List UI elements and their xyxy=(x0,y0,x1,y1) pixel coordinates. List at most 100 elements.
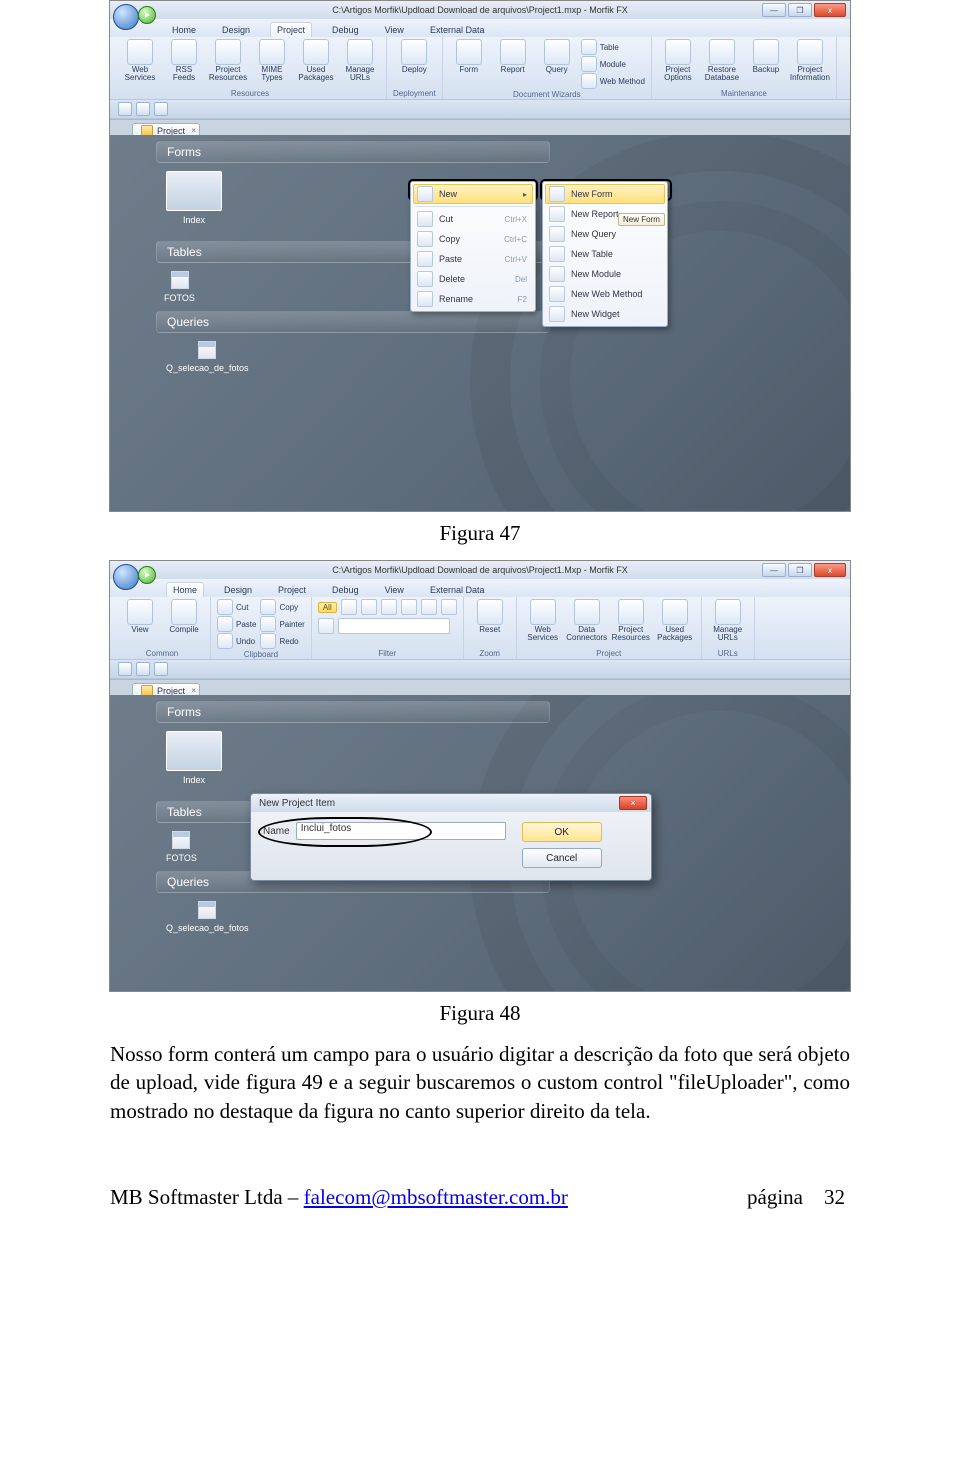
btn-project-options[interactable]: Project Options xyxy=(658,39,698,82)
form-item-index[interactable]: Index xyxy=(166,731,222,785)
btn-used-packages[interactable]: Used Packages xyxy=(655,599,695,642)
query-item[interactable]: Q_selecao_de_fotos xyxy=(166,341,249,373)
qat-new-icon[interactable] xyxy=(118,662,132,676)
btn-manage-urls[interactable]: Manage URLs xyxy=(708,599,748,642)
ctx-item-cut[interactable]: CutCtrl+X xyxy=(413,209,533,229)
window-maximize-button[interactable]: ❐ xyxy=(788,563,812,577)
ribbon-tab-external-data[interactable]: External Data xyxy=(424,583,491,597)
close-icon[interactable]: × xyxy=(191,686,196,695)
window-minimize-button[interactable]: — xyxy=(762,563,786,577)
ctx-item-new-module[interactable]: New Module xyxy=(545,264,665,284)
ctx-item-new-form[interactable]: New Form xyxy=(545,184,665,204)
btn-used-packages[interactable]: Used Packages xyxy=(296,39,336,82)
btn-rss-feeds[interactable]: RSS Feeds xyxy=(164,39,204,82)
btn-reset-zoom[interactable]: Reset xyxy=(470,599,510,634)
dialog-titlebar[interactable]: New Project Item × xyxy=(251,794,651,812)
ctx-item-rename[interactable]: RenameF2 xyxy=(413,289,533,309)
section-header[interactable]: Forms xyxy=(156,141,550,163)
ctx-item-paste[interactable]: PasteCtrl+V xyxy=(413,249,533,269)
btn-mime-types[interactable]: MIME Types xyxy=(252,39,292,82)
filter-input[interactable] xyxy=(338,618,450,634)
ctx-item-new-widget[interactable]: New Widget xyxy=(545,304,665,324)
window-close-button[interactable]: x xyxy=(814,563,846,577)
btn-query[interactable]: Query xyxy=(537,39,577,89)
section-header[interactable]: Queries xyxy=(156,311,550,333)
btn-report[interactable]: Report xyxy=(493,39,533,89)
ctx-item-new-query[interactable]: New Query xyxy=(545,224,665,244)
section-header[interactable]: Forms xyxy=(156,701,550,723)
btn-restore-database[interactable]: Restore Database xyxy=(702,39,742,82)
btn-project-resources[interactable]: Project Resources xyxy=(611,599,651,642)
ribbon-tab-debug[interactable]: Debug xyxy=(326,583,365,597)
filter-queries-icon[interactable] xyxy=(401,599,417,615)
ribbon-tab-project[interactable]: Project xyxy=(272,583,312,597)
page-footer: MB Softmaster Ltda – falecom@mbsoftmaste… xyxy=(110,1185,845,1210)
dialog-close-button[interactable]: × xyxy=(619,796,647,810)
btn-form[interactable]: Form xyxy=(449,39,489,89)
btn-web-services[interactable]: Web Services xyxy=(523,599,563,642)
window-minimize-button[interactable]: — xyxy=(762,3,786,17)
btn-web-services[interactable]: Web Services xyxy=(120,39,160,82)
btn-redo[interactable]: Redo xyxy=(260,633,304,649)
btn-manage-urls[interactable]: Manage URLs xyxy=(340,39,380,82)
table-item-fotos[interactable]: FOTOS xyxy=(166,831,197,863)
ribbon-tab-external-data[interactable]: External Data xyxy=(424,23,491,37)
ctx-item-new-web-method[interactable]: New Web Method xyxy=(545,284,665,304)
qat-save-icon[interactable] xyxy=(136,662,150,676)
query-item[interactable]: Q_selecao_de_fotos xyxy=(166,901,249,933)
qat-more-icon[interactable] xyxy=(154,662,168,676)
window-maximize-button[interactable]: ❐ xyxy=(788,3,812,17)
table-item-fotos[interactable]: FOTOS xyxy=(166,271,195,303)
window-close-button[interactable]: x xyxy=(814,3,846,17)
copy-icon xyxy=(417,231,433,247)
btn-painter[interactable]: Painter xyxy=(260,616,304,632)
context-menu[interactable]: New Form New Report New Query New Table … xyxy=(542,181,668,327)
btn-cut[interactable]: Cut xyxy=(217,599,256,615)
btn-deploy[interactable]: Deploy xyxy=(394,39,434,74)
app-orb-button[interactable] xyxy=(113,4,139,30)
ribbon-tab-design[interactable]: Design xyxy=(218,583,258,597)
filter-forms-icon[interactable] xyxy=(341,599,357,615)
cancel-button[interactable]: Cancel xyxy=(522,848,602,868)
btn-undo[interactable]: Undo xyxy=(217,633,256,649)
ok-button[interactable]: OK xyxy=(522,822,602,842)
filter-tables-icon[interactable] xyxy=(381,599,397,615)
filter-reports-icon[interactable] xyxy=(361,599,377,615)
ctx-item-new[interactable]: New▸ xyxy=(413,184,533,204)
run-button[interactable] xyxy=(138,566,156,584)
btn-compile[interactable]: Compile xyxy=(164,599,204,634)
btn-project-resources[interactable]: Project Resources xyxy=(208,39,248,82)
btn-copy[interactable]: Copy xyxy=(260,599,304,615)
context-menu[interactable]: New▸ CutCtrl+X CopyCtrl+C PasteCtrl+V De… xyxy=(410,181,536,312)
ribbon-tab-project[interactable]: Project xyxy=(270,22,312,37)
name-input[interactable]: Inclui_fotos xyxy=(296,822,506,840)
btn-backup[interactable]: Backup xyxy=(746,39,786,82)
qat-more-icon[interactable] xyxy=(154,102,168,116)
qat-new-icon[interactable] xyxy=(118,102,132,116)
app-orb-button[interactable] xyxy=(113,564,139,590)
ribbon-tab-view[interactable]: View xyxy=(379,583,410,597)
ribbon-tab-home[interactable]: Home xyxy=(166,582,204,597)
btn-data-connectors[interactable]: Data Connectors xyxy=(567,599,607,642)
ribbon-tab-design[interactable]: Design xyxy=(216,23,256,37)
filter-modules-icon[interactable] xyxy=(421,599,437,615)
ribbon-tab-home[interactable]: Home xyxy=(166,23,202,37)
run-button[interactable] xyxy=(138,6,156,24)
close-icon[interactable]: × xyxy=(191,126,196,135)
btn-paste[interactable]: Paste xyxy=(217,616,256,632)
btn-module[interactable]: Module xyxy=(581,56,645,72)
ctx-item-copy[interactable]: CopyCtrl+C xyxy=(413,229,533,249)
ribbon-tab-debug[interactable]: Debug xyxy=(326,23,365,37)
btn-project-information[interactable]: Project Information xyxy=(790,39,830,82)
ctx-item-delete[interactable]: DeleteDel xyxy=(413,269,533,289)
form-item-index[interactable]: Index xyxy=(166,171,222,225)
btn-web-method[interactable]: Web Method xyxy=(581,73,645,89)
ribbon-tab-view[interactable]: View xyxy=(379,23,410,37)
qat-save-icon[interactable] xyxy=(136,102,150,116)
filter-widgets-icon[interactable] xyxy=(441,599,457,615)
footer-email-link[interactable]: falecom@mbsoftmaster.com.br xyxy=(304,1185,568,1209)
ctx-item-new-table[interactable]: New Table xyxy=(545,244,665,264)
btn-table[interactable]: Table xyxy=(581,39,645,55)
filter-all[interactable]: All xyxy=(318,602,337,613)
btn-view[interactable]: View xyxy=(120,599,160,634)
